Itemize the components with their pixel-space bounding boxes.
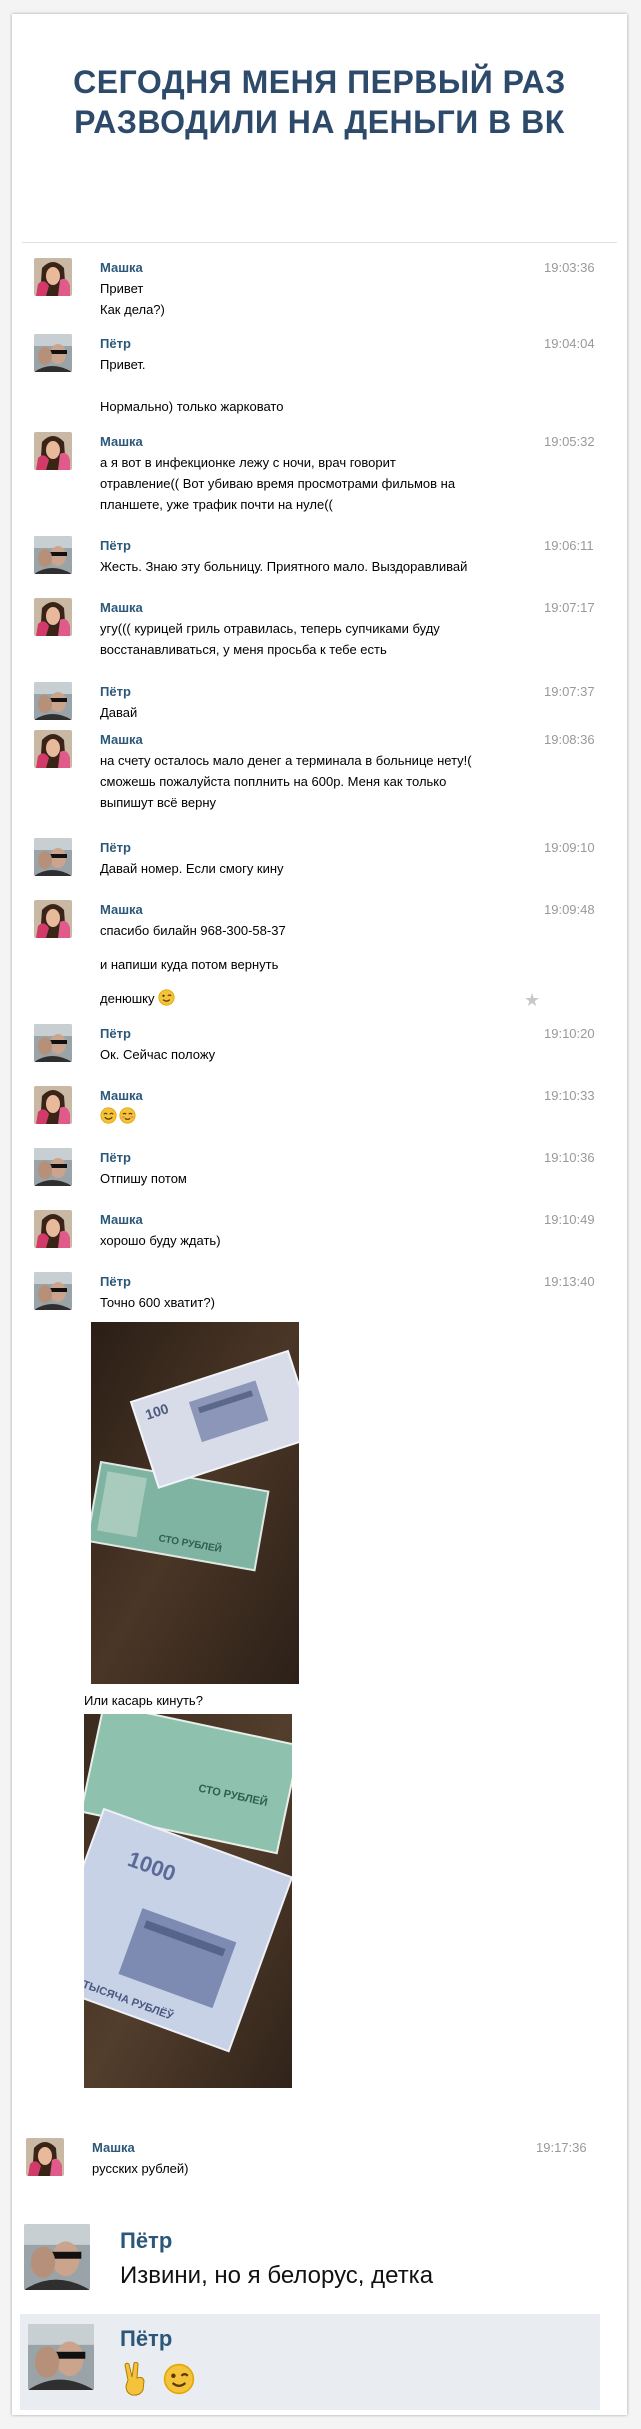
message-emoji-row [120,2361,195,2396]
sender-name[interactable]: Пётр [120,2228,172,2254]
message-text: а я вот в инфекционке лежу с ночи, врач … [100,455,396,470]
highlighted-message-bg [20,2314,600,2410]
message-text: Давай [100,705,138,720]
post-card: СЕГОДНЯ МЕНЯ ПЕРВЫЙ РАЗ РАЗВОДИЛИ НА ДЕН… [12,14,627,2415]
avatar-petr[interactable] [34,838,72,876]
message-time: 19:06:11 [544,538,594,553]
post-title: СЕГОДНЯ МЕНЯ ПЕРВЫЙ РАЗ РАЗВОДИЛИ НА ДЕН… [12,62,627,142]
divider [22,242,617,243]
photo-caption: Или касарь кинуть? [84,1693,203,1708]
message-text-row: денюшку [100,988,177,1009]
sender-name[interactable]: Пётр [100,1150,131,1165]
message-text: Извини, но я белорус, детка [120,2262,434,2289]
photo-banknotes-2[interactable]: СТО РУБЛЕЙ 1000 ТЫСЯЧА РУБЛЁЎ [84,1714,292,2088]
sender-name[interactable]: Машка [100,1088,143,1103]
message-time: 19:10:33 [544,1088,595,1103]
avatar-petr[interactable] [34,536,72,574]
star-icon[interactable]: ★ [524,990,540,1011]
avatar-petr[interactable] [24,2224,90,2290]
message-text: Жесть. Знаю эту больницу. Приятного мало… [100,559,468,574]
message-time: 19:07:17 [544,600,595,615]
message-text: русских рублей) [92,2161,189,2176]
avatar-petr[interactable] [34,682,72,720]
sender-name[interactable]: Пётр [120,2326,172,2352]
title-line-2: РАЗВОДИЛИ НА ДЕНЬГИ В ВК [74,104,565,140]
message-time: 19:09:48 [544,902,595,917]
message-text: хорошо буду ждать) [100,1233,221,1248]
wink-emoji-icon [163,2363,194,2395]
sender-name[interactable]: Пётр [100,840,131,855]
message-text: Привет. [100,357,146,372]
avatar-masha[interactable] [34,258,72,296]
avatar-petr[interactable] [34,1272,72,1310]
avatar-masha[interactable] [34,432,72,470]
avatar-masha[interactable] [34,598,72,636]
message-time: 19:03:36 [544,260,595,275]
message-time: 19:05:32 [544,434,595,449]
message-text: и напиши куда потом вернуть [100,957,279,972]
message-text: Привет [100,281,144,296]
sender-name[interactable]: Пётр [100,684,131,699]
photo-banknotes-1[interactable]: СТО РУБЛЕЙ 100 [91,1322,299,1684]
message-text: отравление(( Вот убиваю время просмотрам… [100,476,456,491]
message-time: 19:10:49 [544,1212,595,1227]
sender-name[interactable]: Машка [100,902,143,917]
message-text: Нормально) только жарковато [100,399,284,414]
wink-emoji-icon [158,989,175,1006]
message-text: Отпишу потом [100,1171,187,1186]
message-text: Как дела?) [100,302,165,317]
sender-name[interactable]: Пётр [100,1274,131,1289]
avatar-petr[interactable] [28,2324,94,2390]
message-time: 19:09:10 [544,840,595,855]
blush-emoji-icon [119,1107,136,1124]
message-time: 19:17:36 [536,2140,587,2155]
sender-name[interactable]: Машка [100,600,143,615]
sender-name[interactable]: Машка [100,732,143,747]
victory-hand-emoji-icon [124,2361,145,2396]
sender-name[interactable]: Машка [100,260,143,275]
message-text: угу((( курицей гриль отравилась, теперь … [100,621,440,636]
message-text: Точно 600 хватит?) [100,1295,215,1310]
smile-emoji-icon [100,1107,117,1124]
message-time: 19:10:36 [544,1150,595,1165]
avatar-masha[interactable] [34,730,72,768]
message-text: спасибо билайн 968-300-58-37 [100,923,286,938]
message-time: 19:07:37 [544,684,595,699]
avatar-masha[interactable] [34,900,72,938]
message-text: Давай номер. Если смогу кину [100,861,284,876]
message-text: на счету осталось мало денег а терминала… [100,753,472,768]
title-line-1: СЕГОДНЯ МЕНЯ ПЕРВЫЙ РАЗ [73,64,566,100]
message-time: 19:10:20 [544,1026,595,1041]
avatar-masha[interactable] [26,2138,64,2176]
sender-name[interactable]: Машка [100,1212,143,1227]
message-text: планшете, уже трафик почти на нуле(( [100,497,333,512]
sender-name[interactable]: Пётр [100,1026,131,1041]
avatar-petr[interactable] [34,334,72,372]
message-text: сможешь пожалуйста поплнить на 600р. Мен… [100,774,447,789]
avatar-petr[interactable] [34,1148,72,1186]
message-text: восстанавливаться, у меня просьба к тебе… [100,642,387,657]
sender-name[interactable]: Пётр [100,538,131,553]
sender-name[interactable]: Пётр [100,336,131,351]
message-text: выпишут всё верну [100,795,217,810]
sender-name[interactable]: Машка [100,434,143,449]
message-text: денюшку [100,991,155,1006]
message-emoji-row [100,1106,138,1127]
avatar-masha[interactable] [34,1086,72,1124]
message-time: 19:08:36 [544,732,595,747]
message-time: 19:04:04 [544,336,595,351]
message-text: Ок. Сейчас положу [100,1047,216,1062]
sender-name[interactable]: Машка [92,2140,135,2155]
message-time: 19:13:40 [544,1274,595,1289]
avatar-petr[interactable] [34,1024,72,1062]
avatar-masha[interactable] [34,1210,72,1248]
